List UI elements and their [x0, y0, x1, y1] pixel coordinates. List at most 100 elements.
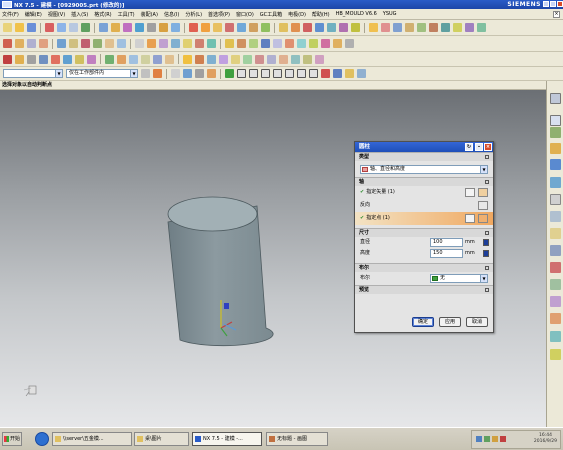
- mirror-curve-icon[interactable]: [165, 54, 174, 64]
- fit-icon[interactable]: [135, 23, 144, 32]
- project-curve-icon[interactable]: [81, 39, 90, 48]
- process-studio-icon[interactable]: [550, 211, 561, 222]
- menu-format[interactable]: 格式(R): [94, 11, 111, 18]
- surface-icon[interactable]: [135, 39, 144, 48]
- taskbar-item-paint[interactable]: 无标题 - 画图: [266, 432, 328, 446]
- circle-icon[interactable]: [63, 54, 72, 64]
- snap-on-curve-icon[interactable]: [291, 54, 300, 64]
- snap-point-icon[interactable]: [183, 54, 192, 64]
- clock[interactable]: 16:44 2016/9/29: [534, 433, 557, 445]
- quick-pick-icon[interactable]: [321, 69, 330, 78]
- component-icon[interactable]: [345, 69, 354, 78]
- open-icon[interactable]: [15, 23, 24, 32]
- curve-icon[interactable]: [57, 39, 66, 48]
- close-part-button[interactable]: ×: [553, 11, 560, 18]
- new-icon[interactable]: [3, 23, 12, 32]
- navigator-icon[interactable]: [550, 93, 561, 104]
- hd3d-tools-icon[interactable]: [550, 349, 561, 360]
- diameter-formula-button[interactable]: [483, 239, 489, 246]
- menu-gc-toolkit[interactable]: GC工具箱: [260, 11, 282, 18]
- pan-icon[interactable]: [111, 23, 120, 32]
- snap-end-icon[interactable]: [195, 54, 204, 64]
- spline-icon[interactable]: [69, 39, 78, 48]
- volume-icon[interactable]: [484, 436, 490, 442]
- menu-view[interactable]: 视图(V): [48, 11, 65, 18]
- snap-intersect-icon[interactable]: [243, 54, 252, 64]
- extrude-icon[interactable]: [201, 23, 210, 32]
- offset-face-icon[interactable]: [465, 23, 474, 32]
- selection-scope-combo[interactable]: 仅在工作部件内 ▼: [66, 69, 138, 78]
- system-materials-icon[interactable]: [550, 194, 561, 205]
- roles-icon[interactable]: [550, 245, 561, 256]
- start-button[interactable]: 开始: [2, 432, 22, 446]
- electrode-wizard-icon[interactable]: [550, 313, 561, 324]
- menu-edit[interactable]: 编辑(E): [25, 11, 42, 18]
- dialog-close-icon[interactable]: ×: [484, 143, 492, 151]
- bounded-plane-icon[interactable]: [183, 39, 192, 48]
- delete-icon[interactable]: [321, 39, 330, 48]
- trim-icon[interactable]: [129, 54, 138, 64]
- menu-tools[interactable]: 工具(T): [118, 11, 135, 18]
- chamfer-icon[interactable]: [381, 23, 390, 32]
- layer-icon[interactable]: [171, 23, 180, 32]
- line-snap-icon[interactable]: [249, 69, 258, 78]
- control-point-icon[interactable]: [333, 69, 342, 78]
- assembly-navigator-icon[interactable]: [550, 115, 561, 126]
- hole-icon[interactable]: [225, 23, 234, 32]
- section-axis-header[interactable]: 轴: [355, 177, 493, 186]
- electrode-icon[interactable]: [345, 39, 354, 48]
- menu-hb-mould[interactable]: HB_MOULD V6.6: [336, 11, 377, 17]
- slash-icon[interactable]: [309, 69, 318, 78]
- rectangle-icon[interactable]: [27, 54, 36, 64]
- reset-icon[interactable]: ↻: [465, 143, 473, 151]
- menu-preferences[interactable]: 首选项(P): [208, 11, 230, 18]
- fillet-sketch-icon[interactable]: [75, 54, 84, 64]
- cylinder-icon[interactable]: [291, 23, 300, 32]
- line-icon[interactable]: [39, 54, 48, 64]
- intersect-curve-icon[interactable]: [93, 39, 102, 48]
- snap-bounded-icon[interactable]: [315, 54, 324, 64]
- section-settings-header[interactable]: 预览: [355, 285, 493, 294]
- constraint-icon[interactable]: [105, 54, 114, 64]
- shell-icon[interactable]: [393, 23, 402, 32]
- save-icon[interactable]: [27, 23, 36, 32]
- render-style-icon[interactable]: [159, 23, 168, 32]
- close-window-button[interactable]: [557, 1, 563, 7]
- menu-ysug[interactable]: YSUG: [383, 11, 397, 17]
- measure-distance-icon[interactable]: [261, 39, 270, 48]
- menu-electrode[interactable]: 电极(D): [288, 11, 306, 18]
- split-body-icon[interactable]: [453, 23, 462, 32]
- die-wizard-icon[interactable]: [550, 331, 561, 342]
- boolean-dropdown[interactable]: 无 ▼: [430, 274, 488, 283]
- height-formula-button[interactable]: [483, 250, 489, 257]
- rotate-icon[interactable]: [99, 23, 108, 32]
- part-navigator-icon[interactable]: [550, 127, 561, 138]
- draft-icon[interactable]: [405, 23, 414, 32]
- type-filter-combo[interactable]: ▼: [3, 69, 63, 78]
- cross-point-icon[interactable]: [237, 69, 246, 78]
- block-icon[interactable]: [279, 23, 288, 32]
- history-icon[interactable]: [550, 143, 561, 154]
- menu-file[interactable]: 文件(F): [2, 11, 19, 18]
- point-icon[interactable]: [39, 39, 48, 48]
- section-dimensions-header[interactable]: 尺寸: [355, 228, 493, 237]
- assembly-filter-icon[interactable]: [357, 69, 366, 78]
- cone-icon[interactable]: [303, 23, 312, 32]
- sketch-icon[interactable]: [189, 23, 198, 32]
- height-input[interactable]: 150: [430, 249, 463, 258]
- snap-tangent-icon[interactable]: [255, 54, 264, 64]
- vector-dialog-icon[interactable]: [465, 188, 475, 197]
- polygon-icon[interactable]: [87, 54, 96, 64]
- palette-icon[interactable]: [550, 279, 561, 290]
- snap-face-icon[interactable]: [303, 54, 312, 64]
- body-rule-icon[interactable]: [195, 69, 204, 78]
- thicken-icon[interactable]: [477, 23, 486, 32]
- point-inferred-icon[interactable]: [478, 214, 488, 223]
- swept-icon[interactable]: [171, 39, 180, 48]
- menu-information[interactable]: 信息(I): [164, 11, 179, 18]
- datum-plane-icon[interactable]: [3, 39, 12, 48]
- cut-icon[interactable]: [45, 23, 54, 32]
- snap-center-icon[interactable]: [219, 54, 228, 64]
- snap-enable-icon[interactable]: [225, 69, 234, 78]
- ok-button[interactable]: 确定: [412, 317, 434, 327]
